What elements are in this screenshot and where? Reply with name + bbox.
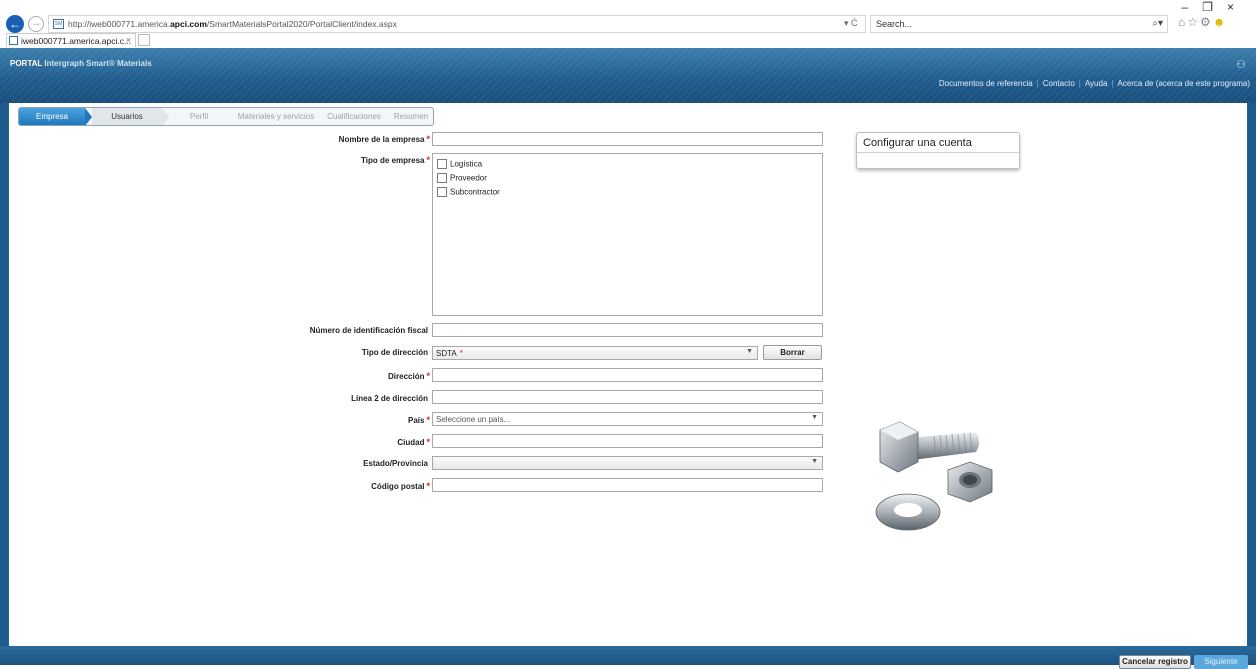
panel-divider	[857, 152, 1019, 153]
city-label: Ciudad *	[397, 437, 430, 447]
checkbox[interactable]	[437, 173, 447, 183]
refresh-icon[interactable]: ▾ Ċ	[844, 18, 858, 29]
step-usuarios[interactable]: Usuarios	[92, 108, 162, 125]
postal-label: Código postal *	[371, 481, 430, 491]
next-button[interactable]: Siguiente	[1194, 655, 1248, 669]
top-links: Documentos de referencia | Contacto | Ayuda |…	[938, 79, 1250, 88]
nut-hole-inner	[963, 475, 977, 485]
step-empresa[interactable]: Empresa	[19, 108, 85, 125]
address-label: Dirección *	[388, 371, 430, 381]
new-tab-button[interactable]	[138, 34, 150, 46]
state-dropdown[interactable]: ▼	[432, 456, 823, 470]
address-input[interactable]	[432, 368, 823, 382]
city-input[interactable]	[432, 434, 823, 448]
setup-account-title: Configurar una cuenta	[863, 137, 972, 149]
browser-search-input[interactable]: Search... ⌕▾	[870, 15, 1168, 33]
tab-favicon-icon	[9, 36, 18, 45]
company-type-option[interactable]: Subcontractor	[437, 187, 500, 199]
company-type-option[interactable]: Proveedor	[437, 173, 487, 185]
browser-tab[interactable]: iweb000771.americа.apci.c... ×	[6, 33, 136, 47]
wizard-steps: Empresa Usuarios Perfil Materiales y ser…	[18, 107, 434, 126]
company-name-input[interactable]	[432, 132, 823, 146]
minimize-icon[interactable]: –	[1182, 0, 1203, 14]
feedback-smiley-icon[interactable]: ☻	[1213, 15, 1228, 29]
url-text: http://iweb000771.america.apci.com/Smart…	[68, 19, 397, 29]
brand-portal: PORTAL	[10, 59, 43, 68]
checkbox[interactable]	[437, 159, 447, 169]
country-dropdown[interactable]: Seleccione un país... ▼	[432, 412, 823, 426]
company-type-list: Logística Proveedor Subcontractor	[432, 153, 823, 316]
search-placeholder: Search...	[876, 19, 913, 29]
browser-toolbar-icons: ⌂☆⚙☻	[1178, 15, 1227, 29]
address-bar[interactable]: SM http://iweb000771.america.apci.com/Sm…	[48, 15, 866, 33]
step-perfil: Perfil	[189, 112, 209, 121]
chevron-down-icon: ▼	[811, 414, 818, 421]
settings-gear-icon[interactable]: ⚙	[1200, 15, 1213, 29]
chevron-down-icon: ▼	[746, 348, 753, 355]
step-materiales: Materiales y servicios	[237, 112, 315, 121]
company-name-label: Nombre de la empresa *	[338, 134, 430, 144]
company-type-option[interactable]: Logística	[437, 159, 482, 171]
site-favicon-icon: SM	[53, 19, 64, 29]
forward-arrow-icon[interactable]: →	[28, 16, 44, 32]
checkbox[interactable]	[437, 187, 447, 197]
address-type-label: Tipo de dirección	[361, 348, 428, 357]
tab-title: iweb000771.americа.apci.c...	[21, 36, 132, 46]
window-controls: –❐×	[1182, 0, 1248, 14]
tax-id-input[interactable]	[432, 323, 823, 337]
back-arrow-icon[interactable]: ←	[6, 15, 24, 33]
link-documentos[interactable]: Documentos de referencia	[939, 79, 1033, 88]
close-window-icon[interactable]: ×	[1227, 0, 1248, 14]
step-arrow	[85, 108, 92, 125]
link-acerca[interactable]: Acerca de (acerca de este programa)	[1117, 79, 1250, 88]
user-menu-icon[interactable]: ⚇	[1236, 58, 1246, 71]
washer-hole	[894, 503, 922, 517]
setup-account-panel: Configurar una cuenta	[856, 132, 1020, 169]
tax-id-label: Número de identificación fiscal	[309, 326, 428, 335]
company-type-label: Tipo de empresa *	[361, 155, 430, 165]
brand-product: Intergraph Smart® Materials	[44, 59, 152, 68]
country-label: País *	[408, 415, 430, 425]
restore-icon[interactable]: ❐	[1202, 0, 1227, 14]
chevron-down-icon: ▼	[811, 458, 818, 465]
brand-title: PORTAL Intergraph Smart® Materials	[10, 59, 152, 68]
search-icon[interactable]: ⌕▾	[1152, 18, 1163, 29]
browser-chrome: ← → SM http://iweb000771.america.apci.co…	[0, 0, 1256, 48]
address-type-dropdown[interactable]: SDTA * ▼	[432, 346, 758, 360]
favorites-star-icon[interactable]: ☆	[1187, 15, 1200, 29]
address2-label: Línea 2 de dirección	[351, 394, 428, 403]
footer-bar	[0, 646, 1256, 665]
state-label: Estado/Provincia	[363, 459, 428, 468]
link-ayuda[interactable]: Ayuda	[1085, 79, 1108, 88]
step-resumen: Resumen	[393, 112, 429, 121]
cancel-registration-button[interactable]: Cancelar registro	[1119, 655, 1191, 669]
link-contacto[interactable]: Contacto	[1043, 79, 1075, 88]
address2-input[interactable]	[432, 390, 823, 404]
step-cualificaciones: Cualificaciones	[327, 112, 381, 121]
postal-input[interactable]	[432, 478, 823, 492]
bolt-shank	[908, 432, 979, 460]
clear-address-button[interactable]: Borrar	[763, 345, 822, 360]
tab-close-icon[interactable]: ×	[126, 35, 131, 45]
home-icon[interactable]: ⌂	[1178, 15, 1187, 29]
app-header: PORTAL Intergraph Smart® Materials ⚇ Doc…	[0, 48, 1256, 103]
step-arrow	[162, 108, 169, 125]
bolt-nut-washer-illustration	[875, 421, 993, 531]
